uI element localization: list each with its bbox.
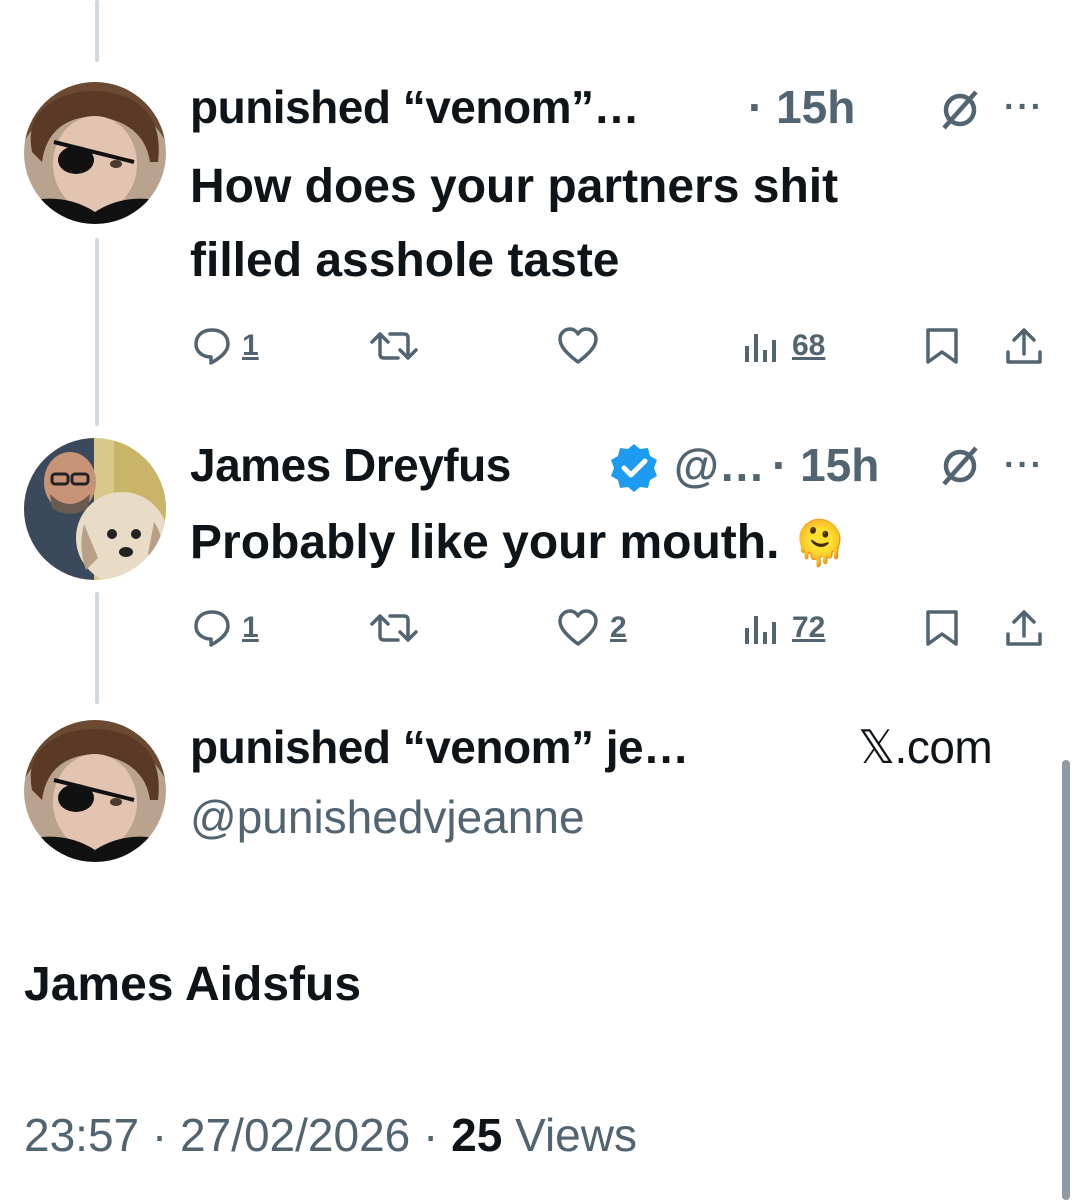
tweet2-timestamp[interactable]: · 15h [772, 438, 879, 492]
x-com-watermark: 𝕏.com [858, 721, 993, 773]
share-icon [1004, 326, 1044, 366]
bookmark-icon [922, 326, 962, 366]
more-options-icon[interactable]: ··· [1004, 446, 1044, 485]
main-author-name[interactable]: punished “venom” je… [190, 720, 689, 774]
main-tweet-date[interactable]: 27/02/2026 [180, 1109, 410, 1161]
reply-icon [192, 608, 232, 648]
main-tweet-views-count: 25 [451, 1109, 503, 1161]
heart-icon [556, 326, 600, 366]
heart-icon [556, 608, 600, 648]
partial-action-row [190, 0, 1050, 10]
partial-icons [190, 0, 1050, 10]
retweet-icon [368, 326, 420, 366]
tweet2-author-name[interactable]: James Dreyfus [190, 438, 511, 492]
tweet2-like-count: 2 [610, 611, 627, 644]
avatar-punished-venom[interactable] [24, 82, 166, 224]
analytics-icon [742, 608, 782, 648]
tweet1-view-count: 68 [792, 329, 826, 362]
tweet2-handle[interactable]: @… [674, 438, 765, 492]
grok-icon[interactable] [938, 88, 982, 132]
melting-face-emoji: 🫠 [792, 519, 848, 568]
thread-line-top [95, 0, 99, 62]
tweet2-text-content: Probably like your mouth. [190, 516, 780, 569]
bookmark-icon [922, 608, 962, 648]
tweet1-text-line1: How does your partners shit [190, 160, 839, 213]
share-icon [1004, 608, 1044, 648]
main-tweet-views-label: Views [515, 1109, 637, 1161]
grok-icon[interactable] [938, 444, 982, 488]
thread-line-1 [95, 238, 99, 426]
avatar-main-author[interactable] [24, 720, 166, 862]
tweet2-reply-count: 1 [242, 611, 259, 644]
tweet2-share-button[interactable] [1004, 608, 1044, 648]
thread-line-2 [95, 592, 99, 704]
tweet2-text: Probably like your mouth. 🫠 [190, 506, 848, 581]
tweet1-reply-count: 1 [242, 329, 259, 362]
retweet-icon [368, 608, 420, 648]
tweet1-reply-button[interactable]: 1 [192, 326, 259, 366]
tweet1-author-name[interactable]: punished “venom”… [190, 80, 639, 134]
reply-icon [192, 326, 232, 366]
tweet1-share-button[interactable] [1004, 326, 1044, 366]
tweet1-views-button[interactable]: 68 [742, 326, 825, 366]
main-tweet-meta: 23:57 · 27/02/2026 · 25 Views [24, 1108, 637, 1162]
tweet2-like-button[interactable]: 2 [556, 608, 627, 648]
tweet1-like-button[interactable] [556, 326, 600, 366]
separator-dot: · [151, 1109, 168, 1161]
main-tweet-text: James Aidsfus [24, 958, 362, 1011]
tweet2-views-button[interactable]: 72 [742, 608, 825, 648]
separator-dot: · [423, 1109, 439, 1161]
tweet2-reply-button[interactable]: 1 [192, 608, 259, 648]
tweet1-bookmark-button[interactable] [922, 326, 962, 366]
main-author-handle[interactable]: @punishedvjeanne [190, 790, 585, 844]
tweet2-retweet-button[interactable] [368, 608, 420, 648]
tweet1-text-line2: filled asshole taste [190, 234, 620, 287]
more-options-icon[interactable]: ··· [1004, 88, 1044, 127]
analytics-icon [742, 326, 782, 366]
tweet1-timestamp[interactable]: · 15h [748, 80, 855, 134]
tweet2-view-count: 72 [792, 611, 826, 644]
verified-badge-icon [608, 442, 660, 494]
scrollbar[interactable] [1062, 760, 1070, 1200]
tweet2-bookmark-button[interactable] [922, 608, 962, 648]
main-tweet-time[interactable]: 23:57 [24, 1109, 139, 1161]
avatar-james-dreyfus[interactable] [24, 438, 166, 580]
tweet1-retweet-button[interactable] [368, 326, 420, 366]
